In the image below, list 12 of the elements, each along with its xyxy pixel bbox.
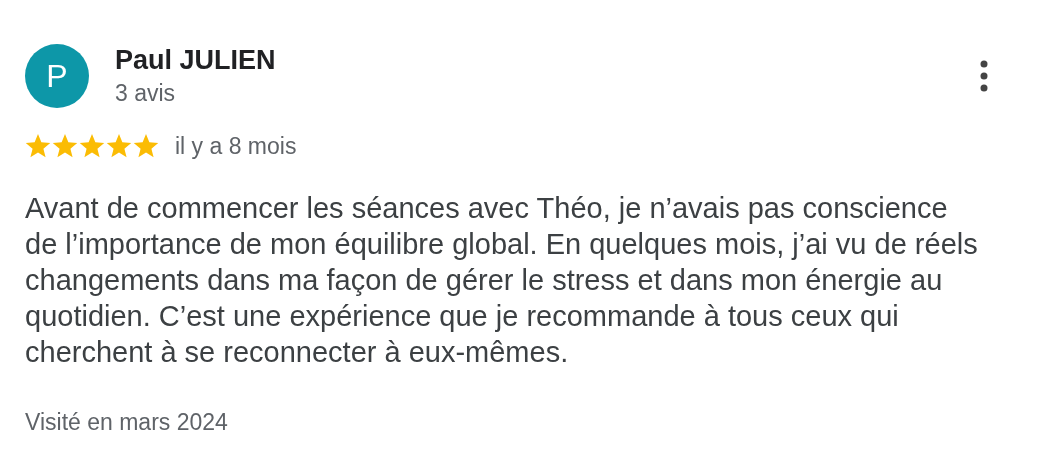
more-options-icon[interactable] — [980, 60, 988, 92]
review-text: Avant de commencer les séances avec Théo, je n’avais pas conscience de l’importance de mon équilibre global. En quelques mois, j’ai vu de réels changements dans ma façon de gérer le stress et dans mon énergie au quotidien. C’est une expérience que je recommande à tous ceux qui cherchent à se reconnecter à eux-mêmes. — [25, 191, 979, 370]
star-icon — [106, 134, 132, 159]
star-icon — [79, 134, 105, 159]
star-icon — [133, 134, 159, 159]
visit-date: Visité en mars 2024 — [25, 409, 228, 436]
avatar: P — [25, 44, 89, 108]
author-name: Paul JULIEN — [115, 44, 276, 76]
star-icon — [52, 134, 78, 159]
review-count: 3 avis — [115, 80, 177, 106]
star-icon — [25, 134, 51, 159]
review-time: il y a 8 mois — [175, 133, 297, 160]
